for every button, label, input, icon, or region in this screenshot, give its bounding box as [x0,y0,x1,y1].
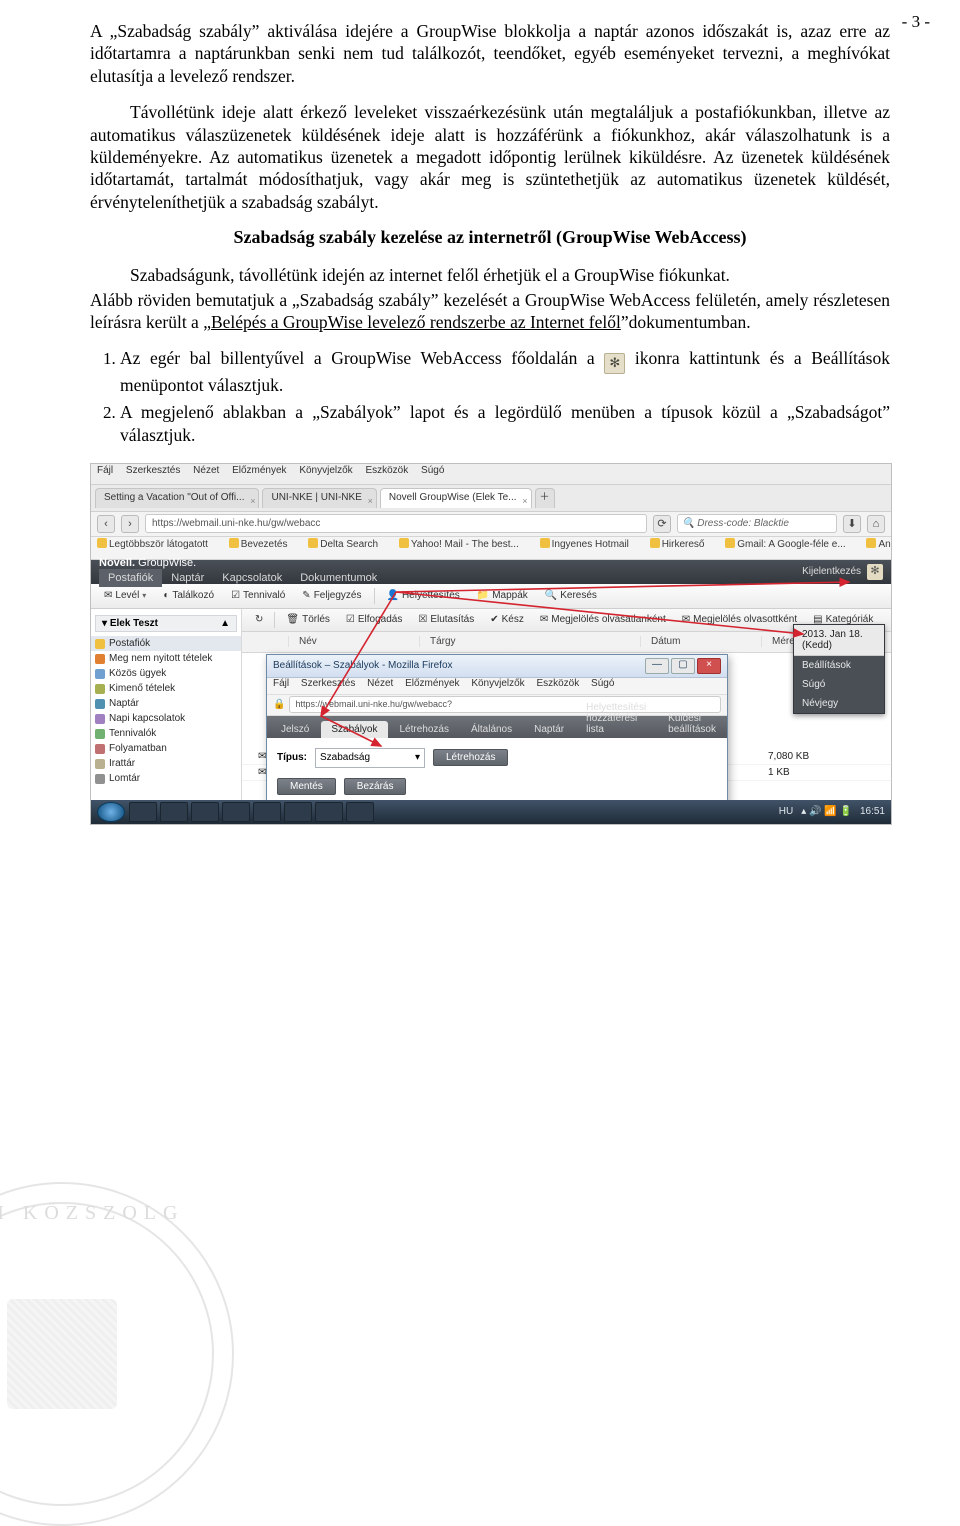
seal-inner-emblem [7,1299,117,1409]
instruction-list: Az egér bal billentyűvel a GroupWise Web… [120,347,890,446]
instruction-item-2: A megjelenő ablakban a „Szabályok” lapot… [120,401,890,447]
task-icon[interactable] [191,802,219,822]
task-icon[interactable] [284,802,312,822]
instruction-item-1: Az egér bal billentyűvel a GroupWise Web… [120,347,890,397]
paragraph-3b-post: ”dokumentumban. [621,312,751,332]
paragraph-1-text: A „Szabadság szabály” aktiválása idejére… [90,21,890,86]
screenshot-figure: Fájl Szerkesztés Nézet Előzmények Könyvj… [90,463,892,825]
task-icon[interactable] [346,802,374,822]
paragraph-3a: Szabadságunk, távollétünk idején az inte… [90,264,890,286]
paragraph-3b: Alább röviden bemutatjuk a „Szabadság sz… [90,289,890,334]
doc-link: Belépés a GroupWise levelező rendszerbe … [211,312,621,332]
paragraph-2-text: Távollétünk ideje alatt érkező leveleket… [90,102,890,212]
page-number: - 3 - [902,12,930,32]
windows-taskbar[interactable]: HU ▴ 🔊 📶 🔋 16:51 [91,800,891,824]
task-icon[interactable] [129,802,157,822]
system-tray[interactable]: HU ▴ 🔊 📶 🔋 16:51 [779,806,885,817]
tray-lang[interactable]: HU [779,806,793,817]
annotation-arrows [91,464,891,825]
tray-clock[interactable]: 16:51 [860,806,885,817]
gear-icon: ✻ [604,353,625,374]
task-icon[interactable] [160,802,188,822]
watermark-seal: ZETI KÖZSZOLG [0,1182,234,1526]
section-heading: Szabadság szabály kezelése az internetrő… [90,227,890,248]
paragraph-2: Távollétünk ideje alatt érkező leveleket… [90,101,890,213]
start-button[interactable] [97,802,125,822]
task-icon[interactable] [315,802,343,822]
seal-text: ZETI KÖZSZOLG [0,1202,232,1225]
task-icon[interactable] [253,802,281,822]
paragraph-3a-text: Szabadságunk, távollétünk idején az inte… [130,265,730,285]
task-icon[interactable] [222,802,250,822]
li1-pre: Az egér bal billentyűvel a GroupWise Web… [120,348,604,368]
task-icons[interactable] [129,802,374,822]
paragraph-1: A „Szabadság szabály” aktiválása idejére… [90,20,890,87]
